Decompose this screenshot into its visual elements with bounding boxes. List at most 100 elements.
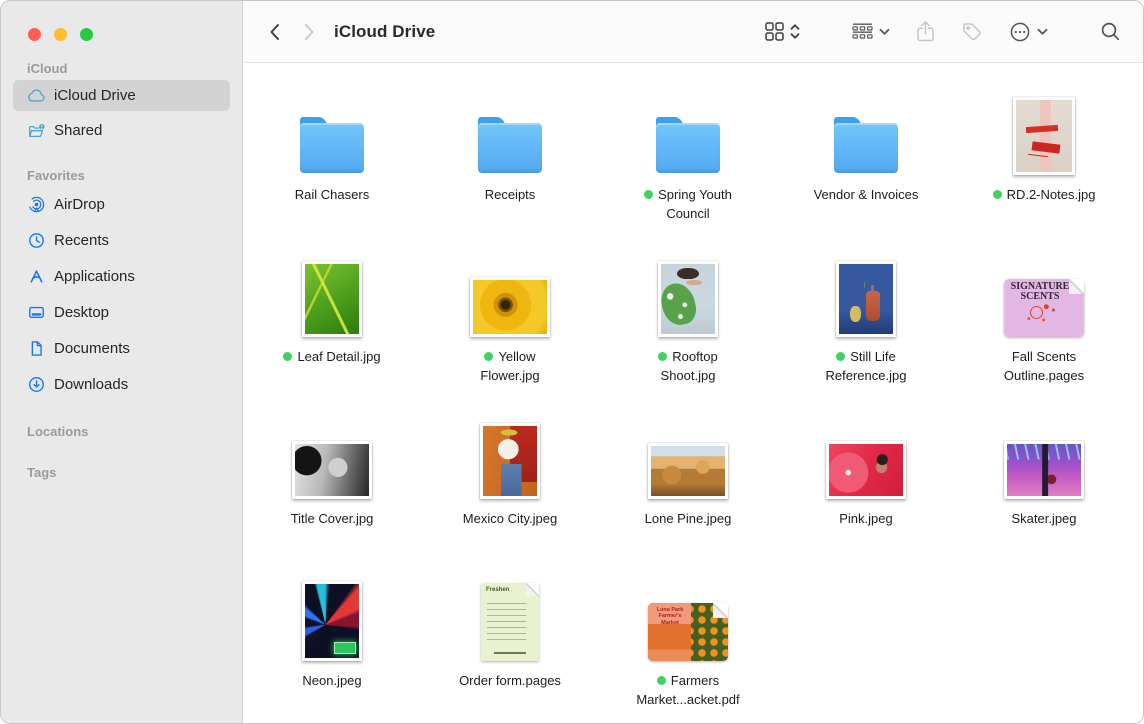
file-label: Spring Youth Council (634, 185, 742, 223)
file-item[interactable]: Rooftop Shoot.jpg (599, 235, 777, 397)
file-label: Skater.jpeg (1011, 509, 1076, 528)
sync-status-dot (993, 190, 1002, 199)
toolbar: iCloud Drive (243, 1, 1143, 63)
image-thumbnail (836, 261, 896, 337)
sidebar-item-label: Shared (54, 122, 102, 139)
file-icon-area (300, 73, 364, 175)
file-icon-area (1013, 73, 1075, 175)
sidebar-item-downloads[interactable]: Downloads (13, 367, 230, 402)
file-label: Fall Scents Outline.pages (990, 347, 1098, 385)
file-item[interactable]: Pink.jpeg (777, 397, 955, 559)
image-thumbnail (302, 581, 362, 661)
applications-icon (24, 268, 48, 285)
window-controls (1, 1, 242, 41)
image-thumbnail (302, 261, 362, 337)
file-icon-area (480, 397, 540, 499)
sidebar-section-locations: Locations (13, 424, 230, 443)
file-item[interactable]: Skater.jpeg (955, 397, 1133, 559)
file-item[interactable]: Neon.jpeg (243, 559, 421, 721)
file-item[interactable]: Title Cover.jpg (243, 397, 421, 559)
image-thumbnail (480, 423, 540, 499)
sidebar-item-applications[interactable]: Applications (13, 259, 230, 294)
desktop-icon (24, 304, 48, 321)
thumbnail-art (483, 426, 537, 496)
file-item[interactable]: Lone Pine.jpeg (599, 397, 777, 559)
documents-icon (24, 340, 48, 357)
file-name: Spring Youth Council (658, 187, 732, 221)
image-thumbnail (292, 441, 372, 499)
file-grid: Rail Chasers Receipts Spring Youth Council… (243, 63, 1143, 723)
thumbnail-art (1016, 100, 1072, 172)
image-thumbnail (470, 277, 550, 337)
sync-status-dot (836, 352, 845, 361)
file-label: Still Life Reference.jpg (812, 347, 920, 385)
file-item[interactable]: Yellow Flower.jpg (421, 235, 599, 397)
sidebar-section-header: Locations (13, 424, 230, 443)
forward-button[interactable] (304, 23, 315, 41)
file-item[interactable]: RD.2-Notes.jpg (955, 73, 1133, 235)
share-button[interactable] (916, 20, 935, 43)
thumbnail-art (305, 584, 359, 658)
file-label: Title Cover.jpg (291, 509, 374, 528)
back-button[interactable] (269, 23, 280, 41)
tag-button[interactable] (961, 21, 983, 43)
sidebar-item-label: Documents (54, 340, 130, 357)
file-name: Mexico City.jpeg (463, 511, 557, 526)
file-label: Receipts (485, 185, 536, 204)
finder-window: iCloudiCloud DriveSharedFavoritesAirDrop… (0, 0, 1144, 724)
file-label: Rail Chasers (295, 185, 369, 204)
sidebar-item-label: Recents (54, 232, 109, 249)
sidebar-sections: iCloudiCloud DriveSharedFavoritesAirDrop… (1, 41, 242, 484)
thumbnail-art (473, 280, 547, 334)
file-item[interactable]: Rail Chasers (243, 73, 421, 235)
file-label: Yellow Flower.jpg (456, 347, 564, 385)
file-item[interactable]: Vendor & Invoices (777, 73, 955, 235)
file-label: Mexico City.jpeg (463, 509, 557, 528)
file-item[interactable]: Spring Youth Council (599, 73, 777, 235)
file-item[interactable]: Mexico City.jpeg (421, 397, 599, 559)
image-thumbnail (826, 441, 906, 499)
file-item[interactable]: Still Life Reference.jpg (777, 235, 955, 397)
sidebar-item-icloud-drive[interactable]: iCloud Drive (13, 80, 230, 111)
file-icon-area (648, 397, 728, 499)
sidebar-section-header: Tags (13, 465, 230, 484)
sidebar-section-tags: Tags (13, 465, 230, 484)
file-name: Fall Scents Outline.pages (1004, 349, 1084, 383)
close-button[interactable] (28, 28, 41, 41)
file-label: Vendor & Invoices (814, 185, 919, 204)
tag-icon (961, 21, 983, 43)
ellipsis-circle-icon (1009, 21, 1031, 43)
sidebar-item-documents[interactable]: Documents (13, 331, 230, 366)
file-name: Leaf Detail.jpg (297, 349, 380, 364)
shared-folder-icon (24, 123, 48, 139)
thumbnail-art (661, 264, 715, 334)
sidebar-item-airdrop[interactable]: AirDrop (13, 187, 230, 222)
group-by-button[interactable] (852, 23, 890, 40)
image-thumbnail (1004, 441, 1084, 499)
file-item[interactable]: SIGNATURE SCENTSFall Scents Outline.page… (955, 235, 1133, 397)
view-options-button[interactable] (765, 22, 800, 41)
search-button[interactable] (1100, 21, 1121, 42)
downloads-icon (24, 376, 48, 393)
file-item[interactable]: Leaf Detail.jpg (243, 235, 421, 397)
thumbnail-art (295, 444, 369, 496)
zoom-button[interactable] (80, 28, 93, 41)
sidebar: iCloudiCloud DriveSharedFavoritesAirDrop… (1, 1, 243, 723)
folded-corner (713, 603, 728, 618)
chevron-down-icon (1037, 28, 1048, 36)
sidebar-item-label: AirDrop (54, 196, 105, 213)
sidebar-item-recents[interactable]: Recents (13, 223, 230, 258)
image-thumbnail (1013, 97, 1075, 175)
file-icon-area (826, 397, 906, 499)
file-item[interactable]: Receipts (421, 73, 599, 235)
file-item[interactable]: FreshenOrder form.pages (421, 559, 599, 721)
sidebar-item-desktop[interactable]: Desktop (13, 295, 230, 330)
sidebar-item-label: iCloud Drive (54, 87, 136, 104)
sync-status-dot (484, 352, 493, 361)
sidebar-item-shared[interactable]: Shared (13, 115, 230, 146)
file-item[interactable]: Luna Park Farmer's MarketFarmers Market.… (599, 559, 777, 721)
thumbnail-art (1007, 444, 1081, 496)
file-icon-area (658, 235, 718, 337)
more-options-button[interactable] (1009, 21, 1048, 43)
minimize-button[interactable] (54, 28, 67, 41)
